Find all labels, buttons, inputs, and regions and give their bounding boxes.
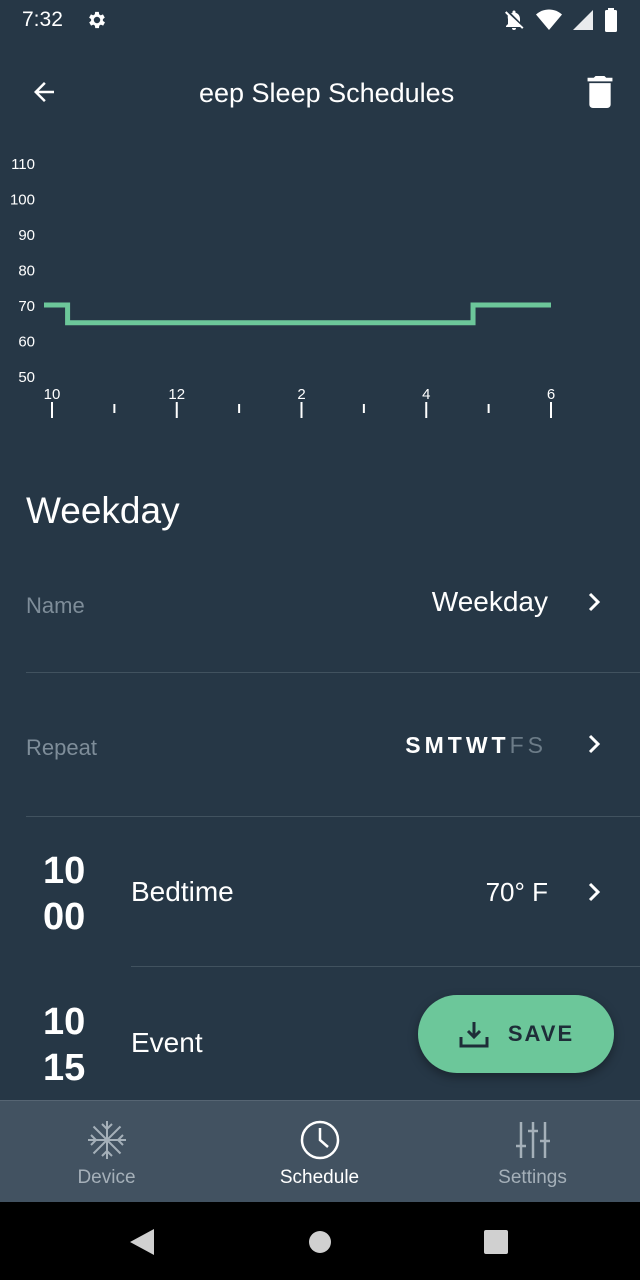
battery-icon xyxy=(605,8,617,32)
nav-item-schedule[interactable]: Schedule xyxy=(213,1101,426,1203)
download-icon xyxy=(459,1022,489,1048)
event-minute: 00 xyxy=(43,896,86,938)
divider xyxy=(26,816,640,817)
chevron-right-icon xyxy=(588,592,601,612)
name-label: Name xyxy=(26,593,85,618)
delete-button[interactable] xyxy=(580,72,620,112)
chevron-right-icon xyxy=(588,734,601,754)
schedule-title: Weekday xyxy=(26,490,180,531)
app-bar: eep Sleep Schedules xyxy=(0,64,640,124)
save-button[interactable]: SAVE xyxy=(418,995,614,1073)
snowflake-icon xyxy=(87,1121,126,1159)
repeat-day: S xyxy=(527,732,544,758)
chevron-right-icon xyxy=(588,882,601,902)
sliders-icon xyxy=(515,1122,550,1158)
repeat-day: W xyxy=(465,732,489,758)
x-tick-label: 4 xyxy=(422,386,430,403)
event-minute: 15 xyxy=(43,1047,86,1089)
status-time: 7:32 xyxy=(22,8,63,31)
repeat-days: SMTWTFS xyxy=(405,732,544,759)
event-name: Event xyxy=(131,1027,203,1058)
repeat-day: T xyxy=(491,732,507,758)
signal-icon xyxy=(573,10,593,30)
status-icons xyxy=(502,8,618,32)
y-tick-label: 60 xyxy=(18,334,35,351)
y-tick-label: 50 xyxy=(18,369,35,386)
y-tick-label: 100 xyxy=(10,192,35,209)
event-hour: 10 xyxy=(43,850,86,892)
nav-item-settings[interactable]: Settings xyxy=(426,1101,639,1203)
save-label: SAVE xyxy=(507,1021,575,1046)
clock-icon xyxy=(300,1120,339,1160)
back-button[interactable] xyxy=(24,72,64,112)
x-tick-label: 12 xyxy=(168,386,185,403)
home-circle-icon[interactable] xyxy=(309,1231,331,1253)
temperature-series-line xyxy=(44,302,551,326)
divider xyxy=(26,672,640,673)
status-bar: 7:32 xyxy=(0,0,640,44)
nav-label: Settings xyxy=(498,1167,567,1188)
repeat-day: M xyxy=(424,732,445,758)
repeat-day: S xyxy=(405,732,422,758)
y-tick-label: 80 xyxy=(18,263,35,280)
temperature-chart: 110 100 90 80 70 60 50 10 12 2 4 6 xyxy=(10,156,555,418)
bottom-nav: Device Schedule Settings xyxy=(0,1100,640,1202)
x-tick-label: 2 xyxy=(297,386,305,403)
event-temp: 70° F xyxy=(485,877,548,907)
arrow-back-icon xyxy=(34,82,54,102)
repeat-label: Repeat xyxy=(26,735,97,760)
nav-item-device[interactable]: Device xyxy=(0,1101,213,1203)
gear-icon xyxy=(89,11,105,29)
y-tick-label: 110 xyxy=(11,156,35,173)
nav-label: Device xyxy=(77,1167,136,1188)
event-time: 10 00 xyxy=(43,848,113,940)
page-title: eep Sleep Schedules xyxy=(199,78,455,108)
back-triangle-icon[interactable] xyxy=(130,1229,154,1255)
x-tick-label: 6 xyxy=(547,386,555,403)
bell-off-icon xyxy=(505,10,524,30)
x-tick-label: 10 xyxy=(44,386,61,403)
name-value: Weekday xyxy=(431,586,548,617)
event-hour: 10 xyxy=(43,1001,86,1043)
trash-icon xyxy=(587,76,613,108)
repeat-row[interactable]: Repeat SMTWTFS xyxy=(26,732,640,772)
system-nav-bar xyxy=(0,1202,640,1280)
wifi-icon xyxy=(536,9,562,30)
recents-square-icon[interactable] xyxy=(484,1230,508,1254)
event-time: 10 15 xyxy=(43,999,113,1091)
y-tick-label: 90 xyxy=(18,227,35,244)
event-name: Bedtime xyxy=(131,876,234,907)
nav-label: Schedule xyxy=(279,1167,360,1188)
repeat-day: F xyxy=(509,732,525,758)
name-row[interactable]: Name Weekday xyxy=(26,580,640,640)
divider xyxy=(131,966,640,967)
repeat-day: T xyxy=(447,732,463,758)
y-tick-label: 70 xyxy=(18,298,35,315)
